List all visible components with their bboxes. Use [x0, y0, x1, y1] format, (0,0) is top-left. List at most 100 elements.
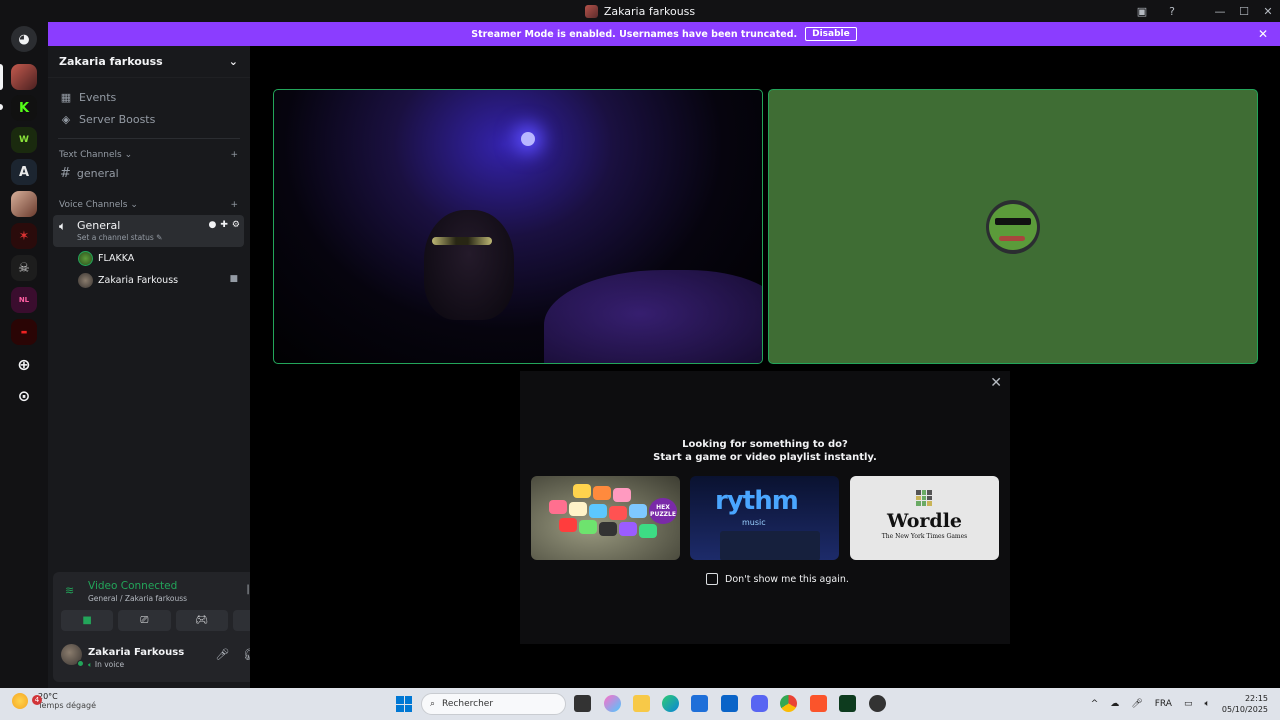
close-banner-icon[interactable]: ✕ [1258, 27, 1268, 41]
channel-status[interactable]: Set a channel status ✎ [77, 233, 162, 242]
minimize-button[interactable]: — [1208, 0, 1232, 22]
chrome-icon[interactable] [780, 695, 797, 712]
text-channels-category[interactable]: Text Channels ⌄ + [48, 147, 250, 163]
hex-tile [589, 504, 607, 518]
video-tile-camera[interactable] [273, 89, 763, 364]
hex-tile [593, 486, 611, 500]
user-status-text: In voice [94, 660, 125, 669]
server-zakaria-icon[interactable] [11, 64, 37, 90]
nav-events[interactable]: ▦ Events [48, 86, 250, 108]
help-icon[interactable]: ? [1164, 0, 1180, 22]
speaker-icon: 🔈︎ [59, 219, 67, 233]
display-icon[interactable]: ▭ [1184, 699, 1193, 709]
camera-button[interactable]: ■ [61, 610, 114, 631]
voice-status[interactable]: Video Connected [88, 580, 177, 592]
clock[interactable]: 22:15 05/10/2025 [1222, 693, 1268, 715]
discord-home-icon[interactable]: ◕ [11, 26, 37, 52]
hex-puzzle-logo: HEX PUZZLE [649, 498, 677, 524]
close-window-button[interactable]: ✕ [1256, 0, 1280, 22]
modal-subheading: Start a game or video playlist instantly… [653, 452, 877, 463]
streamer-mode-banner: Streamer Mode is enabled. Usernames have… [48, 22, 1280, 46]
microphone-tray-icon[interactable]: 🎤︎ [1131, 699, 1142, 709]
checkbox[interactable] [706, 573, 718, 585]
title-bar: Zakaria farkouss ▣ ? — ☐ ✕ [0, 0, 1280, 22]
hex-tile [613, 488, 631, 502]
hex-tile [619, 522, 637, 536]
voice-user-name: FLAKKA [98, 253, 135, 264]
voice-location[interactable]: General / Zakaria farkouss [88, 594, 187, 603]
taskbar-search[interactable]: ⌕ Rechercher [421, 693, 566, 715]
pepe-avatar [986, 200, 1040, 254]
checkbox-label: Don't show me this again. [725, 573, 849, 585]
video-tile-user[interactable] [768, 89, 1258, 364]
sun-icon [12, 693, 28, 709]
voice-channel-general[interactable]: 🔈︎ General Set a channel status ✎ ● ✚ ⚙ [53, 215, 244, 247]
close-icon[interactable]: ✕ [990, 375, 1002, 391]
discord-taskbar-icon[interactable] [751, 695, 768, 712]
activity-suggestion-modal: ✕ Looking for something to do? Start a g… [520, 371, 1010, 644]
user-name[interactable]: Zakaria Farkouss [88, 647, 184, 658]
dont-show-again[interactable]: Don't show me this again. [706, 573, 849, 585]
voice-user[interactable]: Zakaria Farkouss ■ [48, 270, 250, 291]
activity-card-rythm[interactable]: rythm music [690, 476, 839, 560]
inbox-icon[interactable]: ▣ [1134, 0, 1150, 22]
weather-desc: Temps dégagé [38, 701, 97, 710]
voice-channels-category[interactable]: Voice Channels ⌄ + [48, 197, 250, 213]
discover-icon[interactable]: ⊙ [11, 383, 37, 409]
person-silhouette [424, 210, 514, 320]
unread-pill [0, 104, 3, 110]
add-channel-icon[interactable]: + [230, 200, 238, 210]
maximize-button[interactable]: ☐ [1232, 0, 1256, 22]
network-icon[interactable]: ☁ [1110, 699, 1119, 709]
activity-card-wordle[interactable]: Wordle The New York Times Games [850, 476, 999, 560]
outlook-icon[interactable] [721, 695, 738, 712]
edge-icon[interactable] [662, 695, 679, 712]
avatar [78, 251, 93, 266]
microphone-icon[interactable]: 🎤︎ [215, 648, 229, 661]
task-view-icon[interactable] [574, 695, 591, 712]
start-button[interactable] [396, 696, 412, 712]
store-icon[interactable] [691, 695, 708, 712]
add-server-icon[interactable]: ⊕ [11, 351, 37, 377]
server-green-icon[interactable]: W [11, 127, 37, 153]
chevron-up-icon[interactable]: ^ [1091, 699, 1099, 709]
channel-status-text: Set a channel status [77, 233, 154, 242]
server-skull-icon[interactable]: ☠ [11, 255, 37, 281]
server-portrait-icon[interactable] [11, 191, 37, 217]
server-red-icon[interactable]: ✶ [11, 223, 37, 249]
server-header[interactable]: Zakaria farkouss ⌄ [48, 46, 250, 78]
video-stage: ✕ Looking for something to do? Start a g… [250, 46, 1280, 688]
copilot-icon[interactable] [604, 695, 621, 712]
taskbar: 4 20°C Temps dégagé ⌕ Rechercher ^ ☁ 🎤︎ … [0, 688, 1280, 720]
server-dark-icon[interactable]: ▬ [11, 319, 37, 345]
app-icon[interactable] [869, 695, 886, 712]
kick-taskbar-icon[interactable] [839, 695, 856, 712]
weather-widget[interactable]: 4 20°C Temps dégagé [12, 692, 96, 710]
screenshare-button[interactable]: ⎚ [118, 610, 171, 631]
language-indicator[interactable]: FRA [1155, 699, 1172, 709]
disable-streamer-button[interactable]: Disable [805, 27, 857, 41]
file-explorer-icon[interactable] [633, 695, 650, 712]
clock-date: 05/10/2025 [1221, 705, 1268, 714]
window-title-text: Zakaria farkouss [603, 4, 696, 18]
channel-general[interactable]: # general [48, 163, 250, 183]
brave-icon[interactable] [810, 695, 827, 712]
boost-icon: ◈ [61, 112, 71, 126]
chat-icon[interactable]: ● [209, 220, 217, 230]
rythm-preview [720, 531, 820, 560]
signal-icon: ≋ [65, 584, 75, 597]
volume-icon[interactable]: 🔈︎ [1204, 699, 1209, 709]
invite-icon[interactable]: ✚ [220, 220, 228, 230]
server-a-icon[interactable]: A [11, 159, 37, 185]
banner-text: Streamer Mode is enabled. Usernames have… [471, 28, 798, 40]
nav-server-boosts[interactable]: ◈ Server Boosts [48, 108, 250, 130]
server-avatar-icon [584, 4, 598, 18]
add-channel-icon[interactable]: + [230, 150, 238, 160]
server-kick-icon[interactable]: K [11, 95, 37, 121]
server-nightlight-icon[interactable]: NL [11, 287, 37, 313]
voice-user[interactable]: FLAKKA [48, 248, 250, 269]
clock-time: 22:15 [1244, 694, 1268, 703]
activity-button[interactable]: 🎮︎ [175, 610, 228, 631]
gear-icon[interactable]: ⚙ [232, 220, 240, 230]
activity-card-hex-puzzle[interactable]: HEX PUZZLE [531, 476, 680, 560]
